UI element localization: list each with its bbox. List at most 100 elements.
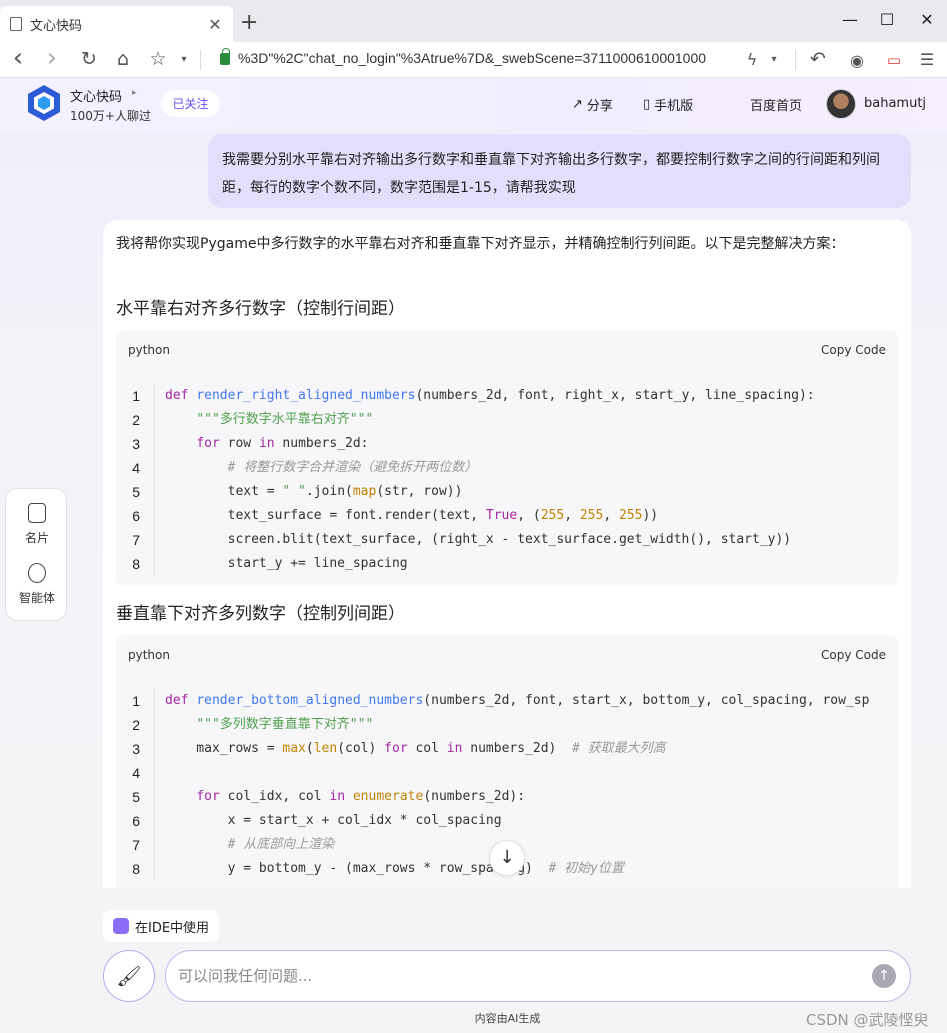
use-in-ide-button[interactable]: 在IDE中使用 <box>103 910 220 942</box>
agent-button[interactable]: 智能体 <box>6 563 68 606</box>
line-number: 4 <box>132 765 140 781</box>
side-toolbar: 名片 智能体 <box>5 488 67 621</box>
line-separator <box>154 408 155 432</box>
reload-icon[interactable]: ↻ <box>77 48 101 70</box>
brand-name[interactable]: 文心快码 <box>70 86 122 105</box>
line-separator <box>154 713 155 737</box>
extension-icon[interactable]: ◉ <box>845 51 869 70</box>
code-line: 3 for row in numbers_2d: <box>116 432 898 456</box>
line-number: 8 <box>132 861 140 877</box>
chat-input[interactable] <box>178 963 858 989</box>
card-button[interactable]: 名片 <box>6 503 68 546</box>
line-number: 5 <box>132 789 140 805</box>
tab-close-icon[interactable]: ✕ <box>207 15 223 34</box>
code-text: def render_bottom_aligned_numbers(number… <box>165 693 870 708</box>
lock-icon[interactable] <box>220 48 230 65</box>
copy-code-button[interactable]: Copy Code <box>821 648 886 662</box>
code-text: # 将整行数字合并渲染（避免拆开两位数） <box>227 460 478 475</box>
page-icon <box>10 17 22 31</box>
line-number: 3 <box>132 436 140 452</box>
code-line: 3 max_rows = max(len(col) for col in num… <box>116 737 898 761</box>
card-label: 名片 <box>24 531 49 545</box>
code-line: 4 # 将整行数字合并渲染（避免拆开两位数） <box>116 456 898 480</box>
code-text: for col_idx, col in enumerate(numbers_2d… <box>196 789 526 804</box>
code-text: screen.blit(text_surface, (right_x - tex… <box>165 532 792 547</box>
line-separator <box>154 761 155 785</box>
agent-label: 智能体 <box>18 591 55 605</box>
line-number: 4 <box>132 460 140 476</box>
chat-input-box: ↑ <box>165 950 911 1002</box>
feedback-icon[interactable]: ▭ <box>882 51 906 69</box>
code-text: # 从底部向上渲染 <box>227 837 335 852</box>
mobile-link[interactable]: ▯ 手机版 <box>643 95 693 114</box>
code-line: 1 def render_right_aligned_numbers(number… <box>116 384 898 408</box>
code-line: 1 def render_bottom_aligned_numbers(numbe… <box>116 689 898 713</box>
brand-logo-icon <box>28 85 60 121</box>
chevron-down-icon[interactable]: ▾ <box>762 54 786 65</box>
username[interactable]: bahamutj <box>864 96 926 111</box>
code-line: 2 """多行数字水平靠右对齐""" <box>116 408 898 432</box>
input-area: 在IDE中使用 🖌 ↑ 内容由AI生成 CSDN @武陵悭臾 <box>0 888 947 1033</box>
copy-code-button[interactable]: Copy Code <box>821 343 886 357</box>
avatar[interactable] <box>826 89 856 119</box>
undo-icon[interactable]: ↶ <box>806 48 830 70</box>
app-header: 文心快码 ▸ 100万+人聊过 已关注 ↗ 分享 ▯ 手机版 百度首页 baha… <box>0 78 947 130</box>
new-tab-button[interactable]: + <box>240 12 258 34</box>
baidu-home-link[interactable]: 百度首页 <box>750 95 802 114</box>
ide-label: 在IDE中使用 <box>135 920 210 936</box>
line-number: 6 <box>132 508 140 524</box>
bolt-icon[interactable]: ϟ <box>740 50 764 69</box>
line-separator <box>154 785 155 809</box>
code-body: 1 def render_right_aligned_numbers(number… <box>116 370 898 576</box>
chat-area: 我需要分别水平靠右对齐输出多行数字和垂直靠下对齐输出多行数字，都要控制行数字之间… <box>0 130 947 888</box>
back-icon[interactable]: ‹ <box>6 43 30 73</box>
divider <box>795 50 796 70</box>
home-icon[interactable]: ⌂ <box>111 48 135 70</box>
clear-context-button[interactable]: 🖌 <box>103 950 155 1002</box>
user-message: 我需要分别水平靠右对齐输出多行数字和垂直靠下对齐输出多行数字，都要控制行数字之间… <box>208 134 911 208</box>
chevron-down-icon[interactable]: ▾ <box>172 54 196 65</box>
address-input[interactable]: %3D"%2C"chat_no_login"%3Atrue%7D&_swebSc… <box>238 50 728 66</box>
line-number: 2 <box>132 412 140 428</box>
code-language: python <box>128 648 170 662</box>
line-number: 2 <box>132 717 140 733</box>
line-number: 8 <box>132 556 140 572</box>
line-separator <box>154 528 155 552</box>
chevron-right-icon: ▸ <box>132 88 137 98</box>
code-line: 4 <box>116 761 898 785</box>
line-separator <box>154 384 155 408</box>
follow-button[interactable]: 已关注 <box>161 90 220 117</box>
star-icon[interactable]: ☆ <box>146 48 170 70</box>
code-line: 6 text_surface = font.render(text, True,… <box>116 504 898 528</box>
send-button[interactable]: ↑ <box>872 964 896 988</box>
menu-icon[interactable]: ☰ <box>915 50 939 69</box>
code-line: 8 start_y += line_spacing <box>116 552 898 576</box>
code-line: 2 """多列数字垂直靠下对齐""" <box>116 713 898 737</box>
line-number: 5 <box>132 484 140 500</box>
line-separator <box>154 456 155 480</box>
code-line: 5 for col_idx, col in enumerate(numbers_… <box>116 785 898 809</box>
answer-intro: 我将帮你实现Pygame中多行数字的水平靠右对齐和垂直靠下对齐显示，并精确控制行… <box>116 236 845 252</box>
line-separator <box>154 737 155 761</box>
browser-tabstrip: 文心快码 ✕ + — ☐ ✕ <box>0 0 947 42</box>
share-label: 分享 <box>586 99 613 114</box>
browser-navbar: ‹ › ↻ ⌂ ☆ ▾ %3D"%2C"chat_no_login"%3Atru… <box>0 42 947 78</box>
minimize-button[interactable]: — <box>840 10 860 29</box>
line-separator <box>154 432 155 456</box>
code-text: """多行数字水平靠右对齐""" <box>196 412 374 427</box>
line-number: 7 <box>132 532 140 548</box>
maximize-button[interactable]: ☐ <box>877 10 897 29</box>
tab-title: 文心快码 <box>30 18 83 34</box>
code-line: 5 text = " ".join(map(str, row)) <box>116 480 898 504</box>
baidu-home-label: 百度首页 <box>750 99 803 114</box>
browser-tab[interactable]: 文心快码 ✕ <box>0 6 233 42</box>
forward-icon[interactable]: › <box>40 43 64 73</box>
watermark: CSDN @武陵悭臾 <box>806 1011 929 1029</box>
line-separator <box>154 504 155 528</box>
scroll-down-button[interactable]: ↓ <box>489 840 525 876</box>
code-line: 6 x = start_x + col_idx * col_spacing <box>116 809 898 833</box>
share-link[interactable]: ↗ 分享 <box>572 95 613 114</box>
line-separator <box>154 809 155 833</box>
window-close-button[interactable]: ✕ <box>917 10 937 29</box>
divider <box>200 50 201 70</box>
